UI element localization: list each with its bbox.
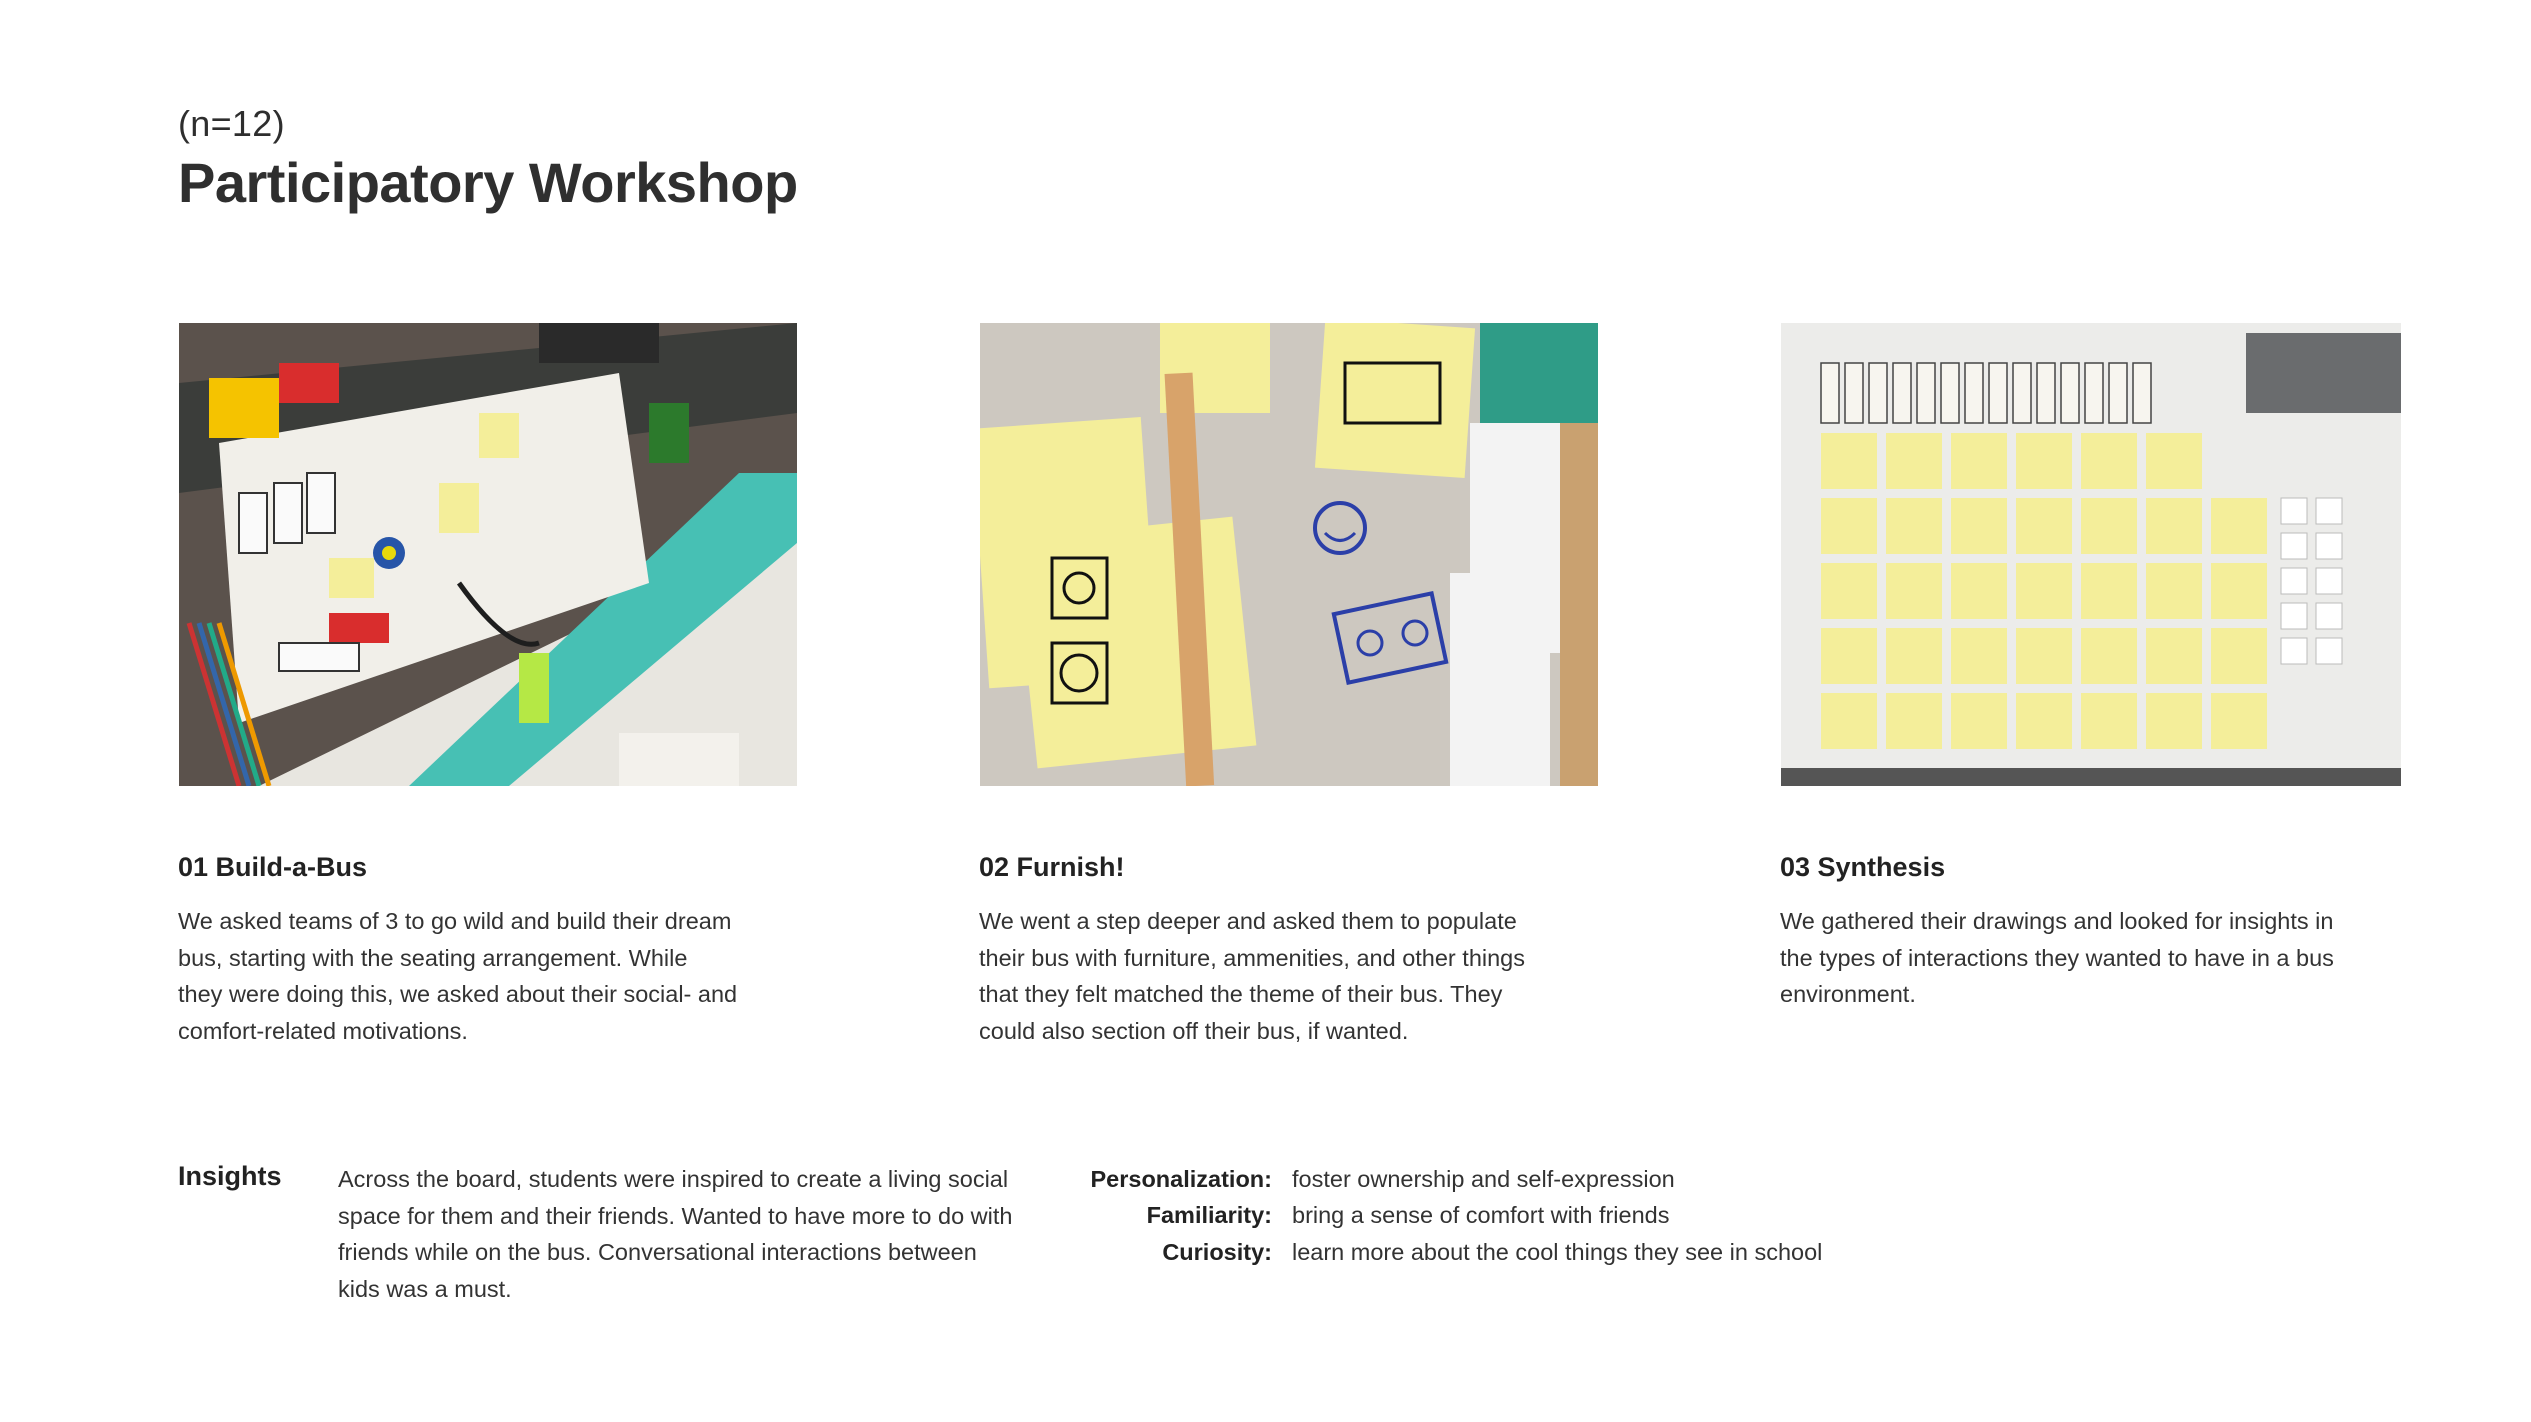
step-2-title: 02 Furnish! (979, 852, 1125, 882)
step-2-body: We went a step deeper and asked them to … (979, 908, 1525, 1044)
theme-value: bring a sense of comfort with friends (1292, 1202, 1670, 1229)
build-a-bus-photo (179, 323, 797, 786)
theme-curiosity: Curiosity: learn more about the cool thi… (1000, 1234, 1900, 1271)
insights-body: Across the board, students were inspired… (338, 1166, 1013, 1302)
theme-value: learn more about the cool things they se… (1292, 1238, 1823, 1265)
furnish-photo (980, 323, 1598, 786)
step-3-title: 03 Synthesis (1780, 852, 1946, 882)
synthesis-photo (1781, 323, 2401, 786)
theme-key: Curiosity: (1162, 1238, 1272, 1265)
insights-label: Insights (178, 1161, 282, 1191)
step-1-body: We asked teams of 3 to go wild and build… (178, 908, 738, 1044)
insight-themes: Personalization: foster ownership and se… (1000, 1161, 1900, 1271)
theme-value: foster ownership and self-expression (1292, 1165, 1675, 1192)
step-3-body: We gathered their drawings and looked fo… (1780, 908, 2334, 1007)
theme-personalization: Personalization: foster ownership and se… (1000, 1161, 1900, 1198)
step-1-title: 01 Build-a-Bus (178, 852, 368, 882)
page-title: Participatory Workshop (178, 151, 798, 214)
theme-familiarity: Familiarity: bring a sense of comfort wi… (1000, 1198, 1900, 1235)
theme-key: Personalization: (1090, 1165, 1272, 1192)
page-subtitle: (n=12) (178, 103, 285, 144)
theme-key: Familiarity: (1146, 1202, 1272, 1229)
